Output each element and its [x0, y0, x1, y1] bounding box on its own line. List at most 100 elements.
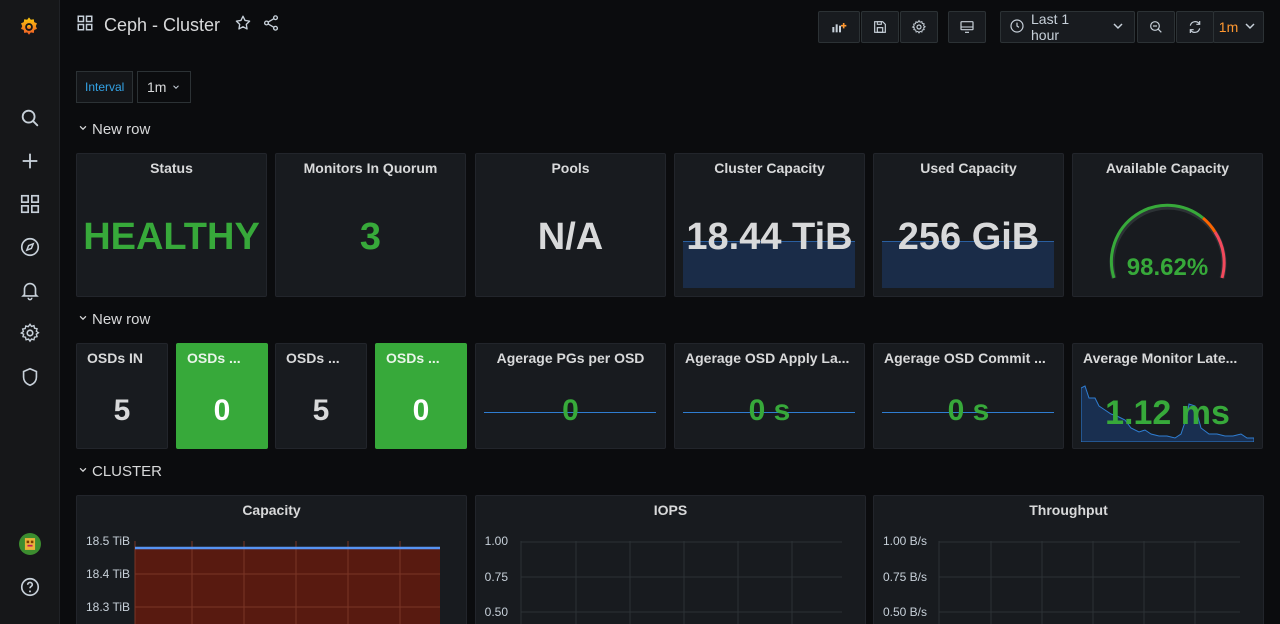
- panel-title: Cluster Capacity: [714, 160, 825, 176]
- row-header-2[interactable]: New row: [78, 311, 150, 328]
- panel-available-capacity[interactable]: Available Capacity 98.62%: [1072, 153, 1263, 297]
- stat-value: 5: [113, 394, 131, 427]
- top-navbar: Ceph - Cluster Last 1 hour 1m: [60, 0, 1280, 56]
- settings-gear-icon[interactable]: [18, 321, 42, 345]
- throughput-plot: [938, 541, 1240, 624]
- dashboard-grid-icon: [76, 14, 94, 37]
- y-axis-tick: 0.75 B/s: [882, 570, 927, 584]
- panel-average-pgs-per-osd[interactable]: Agerage PGs per OSD 0: [475, 343, 666, 449]
- refresh-interval-picker[interactable]: 1m: [1213, 11, 1264, 43]
- search-icon[interactable]: [18, 106, 42, 130]
- panel-title: OSDs ...: [386, 350, 440, 366]
- y-axis-tick: 0.50: [484, 605, 508, 619]
- interval-variable-label: Interval: [76, 71, 134, 103]
- panel-title: Throughput: [1029, 502, 1108, 518]
- y-axis-tick: 18.3 TiB: [85, 600, 130, 614]
- y-axis-tick: 0.75: [484, 570, 508, 584]
- panel-osds-2[interactable]: OSDs ... 0: [176, 343, 268, 449]
- y-axis-tick: 0.50 B/s: [882, 605, 927, 619]
- stat-value: 0: [562, 394, 579, 427]
- row-title-text: New row: [92, 121, 151, 138]
- help-icon[interactable]: [18, 575, 42, 599]
- panel-title: Available Capacity: [1105, 160, 1230, 176]
- chevron-down-icon: [1242, 18, 1258, 37]
- panel-status[interactable]: Status HEALTHY: [76, 153, 267, 297]
- time-range-picker[interactable]: Last 1 hour: [1000, 11, 1135, 43]
- stat-value: 3: [359, 216, 382, 258]
- stat-value: N/A: [537, 216, 604, 258]
- chevron-down-icon: [78, 313, 88, 326]
- chevron-down-icon: [1110, 18, 1126, 37]
- y-axis-tick: 1.00: [484, 534, 508, 548]
- interval-variable-select[interactable]: 1m: [137, 71, 191, 103]
- stat-value: 18.44 TiB: [686, 216, 853, 258]
- dashboard-settings-button[interactable]: [900, 11, 938, 43]
- stat-value: 256 GiB: [897, 216, 1040, 258]
- y-axis-tick: 18.4 TiB: [85, 567, 130, 581]
- panel-title: Monitors In Quorum: [303, 160, 438, 176]
- iops-plot: [520, 541, 842, 624]
- panel-monitors-in-quorum[interactable]: Monitors In Quorum 3: [275, 153, 466, 297]
- save-dashboard-button[interactable]: [861, 11, 899, 43]
- panel-title: Average Monitor Late...: [1083, 350, 1238, 366]
- share-icon[interactable]: [262, 14, 280, 37]
- sidebar: [0, 0, 60, 624]
- dashboards-icon[interactable]: [18, 192, 42, 216]
- gauge-value: 98.62%: [1126, 254, 1209, 281]
- refresh-button[interactable]: [1176, 11, 1214, 43]
- panel-cluster-capacity[interactable]: Cluster Capacity 18.44 TiB: [674, 153, 865, 297]
- shield-icon[interactable]: [18, 365, 42, 389]
- row-title-text: CLUSTER: [92, 463, 163, 480]
- panel-average-osd-commit-latency[interactable]: Agerage OSD Commit ... 0 s: [873, 343, 1064, 449]
- refresh-interval-value: 1m: [1218, 19, 1239, 35]
- panel-title: IOPS: [653, 502, 688, 518]
- panel-title: Agerage PGs per OSD: [496, 350, 645, 366]
- capacity-plot: [134, 541, 440, 624]
- add-panel-button[interactable]: [818, 11, 860, 43]
- panel-title: OSDs ...: [286, 350, 340, 366]
- star-icon[interactable]: [234, 14, 252, 37]
- zoom-out-button[interactable]: [1137, 11, 1175, 43]
- panel-title: Status: [150, 160, 193, 176]
- stat-value: 0 s: [947, 394, 990, 427]
- panel-osds-4[interactable]: OSDs ... 0: [375, 343, 467, 449]
- clock-icon: [1009, 18, 1025, 37]
- time-range-label: Last 1 hour: [1031, 11, 1070, 43]
- alerting-bell-icon[interactable]: [18, 278, 42, 302]
- panel-throughput-graph[interactable]: Throughput 1.00 B/s 0.75 B/s 0.50 B/s: [873, 495, 1264, 624]
- panel-title: Agerage OSD Apply La...: [685, 350, 850, 366]
- stat-value: HEALTHY: [83, 216, 260, 258]
- panel-iops-graph[interactable]: IOPS 1.00 0.75 0.50: [475, 495, 866, 624]
- y-axis-tick: 18.5 TiB: [85, 534, 130, 548]
- panel-title: Used Capacity: [920, 160, 1017, 176]
- row-header-1[interactable]: New row: [78, 121, 150, 138]
- panel-average-monitor-latency[interactable]: Average Monitor Late... 1.12 ms: [1072, 343, 1263, 449]
- grafana-logo-icon[interactable]: [16, 14, 42, 40]
- interval-variable-value: 1m: [147, 79, 167, 95]
- dashboard-title[interactable]: Ceph - Cluster: [104, 15, 220, 36]
- explore-compass-icon[interactable]: [18, 235, 42, 259]
- row-title-text: New row: [92, 311, 151, 328]
- stat-value: 1.12 ms: [1105, 394, 1230, 432]
- stat-value: 0: [412, 394, 430, 427]
- panel-used-capacity[interactable]: Used Capacity 256 GiB: [873, 153, 1064, 297]
- stat-value: 0: [213, 394, 231, 427]
- plus-icon[interactable]: [18, 149, 42, 173]
- row-header-cluster[interactable]: CLUSTER: [78, 463, 162, 480]
- chevron-down-icon: [78, 465, 88, 478]
- panel-capacity-graph[interactable]: Capacity 18.5 TiB 18.4 TiB 18.3 TiB: [76, 495, 467, 624]
- panel-average-osd-apply-latency[interactable]: Agerage OSD Apply La... 0 s: [674, 343, 865, 449]
- panel-osds-in[interactable]: OSDs IN 5: [76, 343, 168, 449]
- chevron-down-icon: [171, 79, 181, 95]
- panel-title: OSDs ...: [187, 350, 241, 366]
- panel-title: Capacity: [242, 502, 301, 518]
- panel-title: Agerage OSD Commit ...: [884, 350, 1046, 366]
- stat-value: 5: [312, 394, 330, 427]
- dashboard-title-area: Ceph - Cluster: [76, 14, 280, 37]
- panel-osds-3[interactable]: OSDs ... 5: [275, 343, 367, 449]
- panel-title: Pools: [551, 160, 590, 176]
- panel-pools[interactable]: Pools N/A: [475, 153, 666, 297]
- cycle-view-mode-button[interactable]: [948, 11, 986, 43]
- user-avatar-icon[interactable]: [17, 531, 43, 557]
- y-axis-tick: 1.00 B/s: [882, 534, 927, 548]
